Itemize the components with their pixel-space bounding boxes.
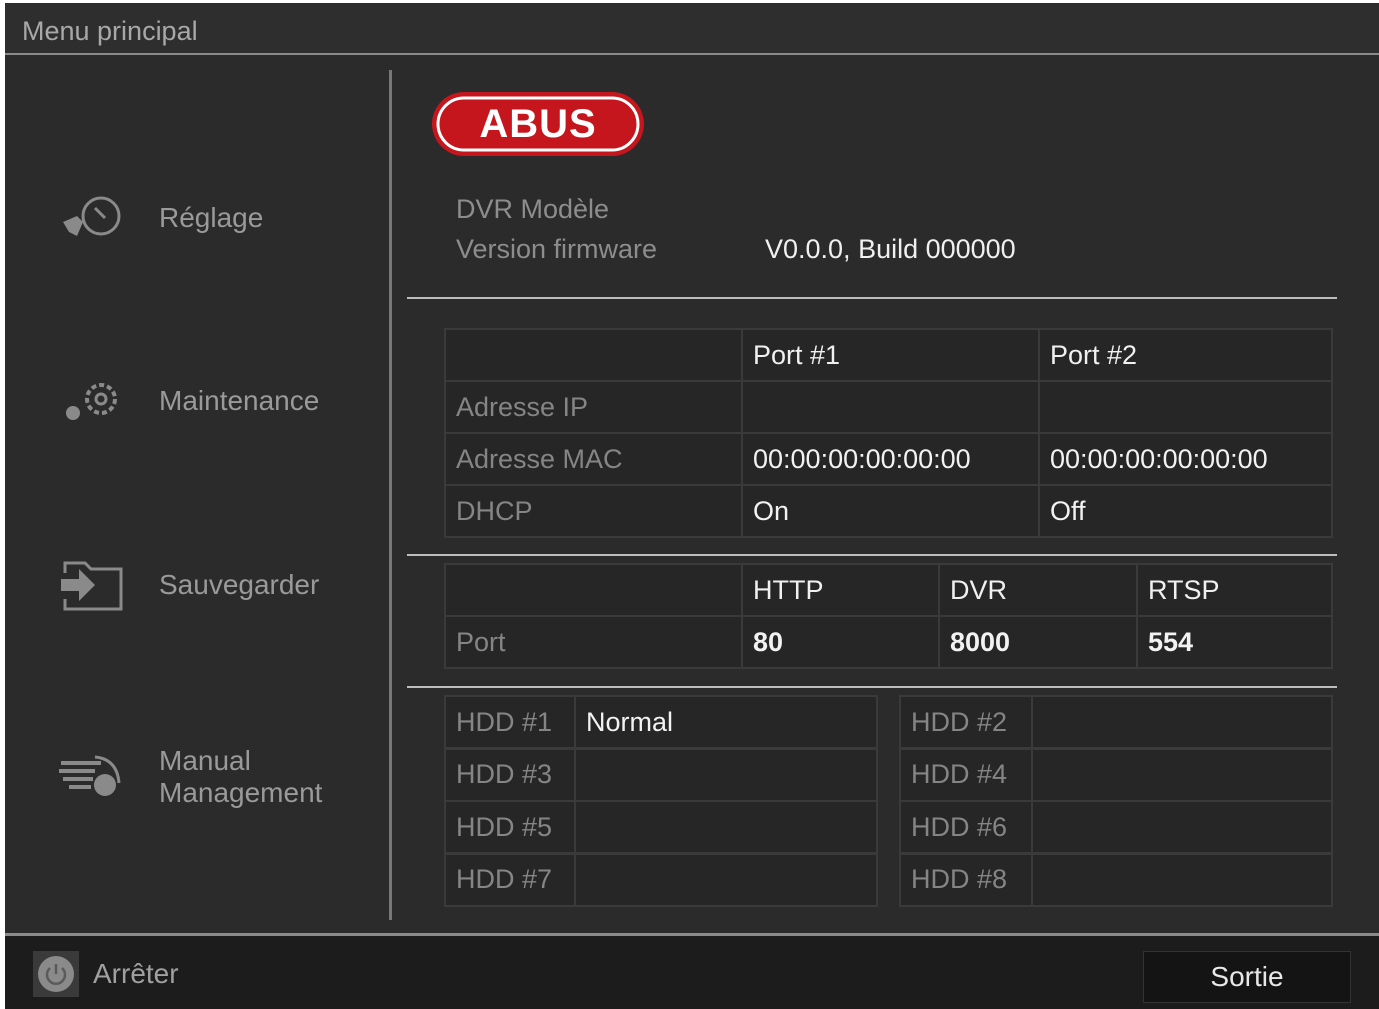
svg-text:ABUS: ABUS [479, 102, 596, 146]
firmware-label: Version firmware [456, 234, 657, 265]
ip-label: Adresse IP [444, 380, 743, 434]
hdd-status [1031, 853, 1333, 907]
firmware-value: V0.0.0, Build 000000 [765, 234, 1016, 265]
power-icon [37, 955, 75, 993]
ports-header-http: HTTP [741, 563, 940, 617]
dhcp-port1: On [741, 484, 1040, 538]
model-label: DVR Modèle [456, 194, 609, 225]
sidebar-item-label: Manual Management [159, 745, 349, 809]
ports-header-rtsp: RTSP [1136, 563, 1333, 617]
hdd-label: HDD #4 [899, 748, 1033, 802]
ports-header-dvr: DVR [938, 563, 1138, 617]
rtsp-port-value: 554 [1136, 615, 1333, 669]
ip-port2 [1038, 380, 1333, 434]
dvr-port-value: 8000 [938, 615, 1138, 669]
hdd-status [574, 853, 878, 907]
hdd-label: HDD #5 [444, 800, 576, 854]
hdd-status [574, 748, 878, 802]
hdd-status [574, 800, 878, 854]
gears-icon [55, 371, 127, 431]
hdd-label: HDD #1 [444, 695, 576, 749]
shutdown-label: Arrêter [93, 958, 179, 990]
dhcp-port2: Off [1038, 484, 1333, 538]
shutdown-button[interactable]: Arrêter [33, 951, 179, 997]
hdd-status: Normal [574, 695, 878, 749]
sidebar-item-label: Réglage [159, 202, 263, 234]
sidebar-item-maintenance[interactable]: Maintenance [55, 371, 319, 431]
mac-label: Adresse MAC [444, 432, 743, 486]
port-label: Port [444, 615, 743, 669]
dhcp-label: DHCP [444, 484, 743, 538]
http-port-value: 80 [741, 615, 940, 669]
hdd-label: HDD #3 [444, 748, 576, 802]
divider [407, 686, 1337, 688]
exit-button[interactable]: Sortie [1143, 951, 1351, 1003]
network-header-blank [444, 328, 743, 382]
hdd-status [1031, 748, 1333, 802]
settings-wrench-icon [55, 188, 127, 248]
mac-port1: 00:00:00:00:00:00 [741, 432, 1040, 486]
network-header-port1: Port #1 [741, 328, 1040, 382]
sidebar-item-reglage[interactable]: Réglage [55, 188, 263, 248]
network-header-port2: Port #2 [1038, 328, 1333, 382]
hand-icon [55, 747, 127, 807]
ports-header-blank [444, 563, 743, 617]
backup-folder-icon [55, 555, 127, 615]
divider [407, 554, 1337, 556]
hdd-label: HDD #2 [899, 695, 1033, 749]
hdd-label: HDD #7 [444, 853, 576, 907]
abus-logo: ABUS [431, 91, 645, 157]
title-bar: Menu principal [5, 3, 1379, 55]
hdd-status [1031, 695, 1333, 749]
vertical-divider [389, 70, 392, 920]
main-menu-window: Menu principal Réglage Maintenance Sauve… [5, 3, 1379, 1009]
mac-port2: 00:00:00:00:00:00 [1038, 432, 1333, 486]
sidebar-item-label: Maintenance [159, 385, 319, 417]
footer-bar: Arrêter Sortie [5, 933, 1379, 1009]
hdd-status [1031, 800, 1333, 854]
sidebar-item-manual-management[interactable]: Manual Management [55, 745, 349, 809]
hdd-label: HDD #8 [899, 853, 1033, 907]
hdd-label: HDD #6 [899, 800, 1033, 854]
sidebar-item-label: Sauvegarder [159, 569, 319, 601]
window-title: Menu principal [22, 16, 198, 47]
divider [407, 297, 1337, 299]
sidebar-item-sauvegarder[interactable]: Sauvegarder [55, 555, 319, 615]
ip-port1 [741, 380, 1040, 434]
